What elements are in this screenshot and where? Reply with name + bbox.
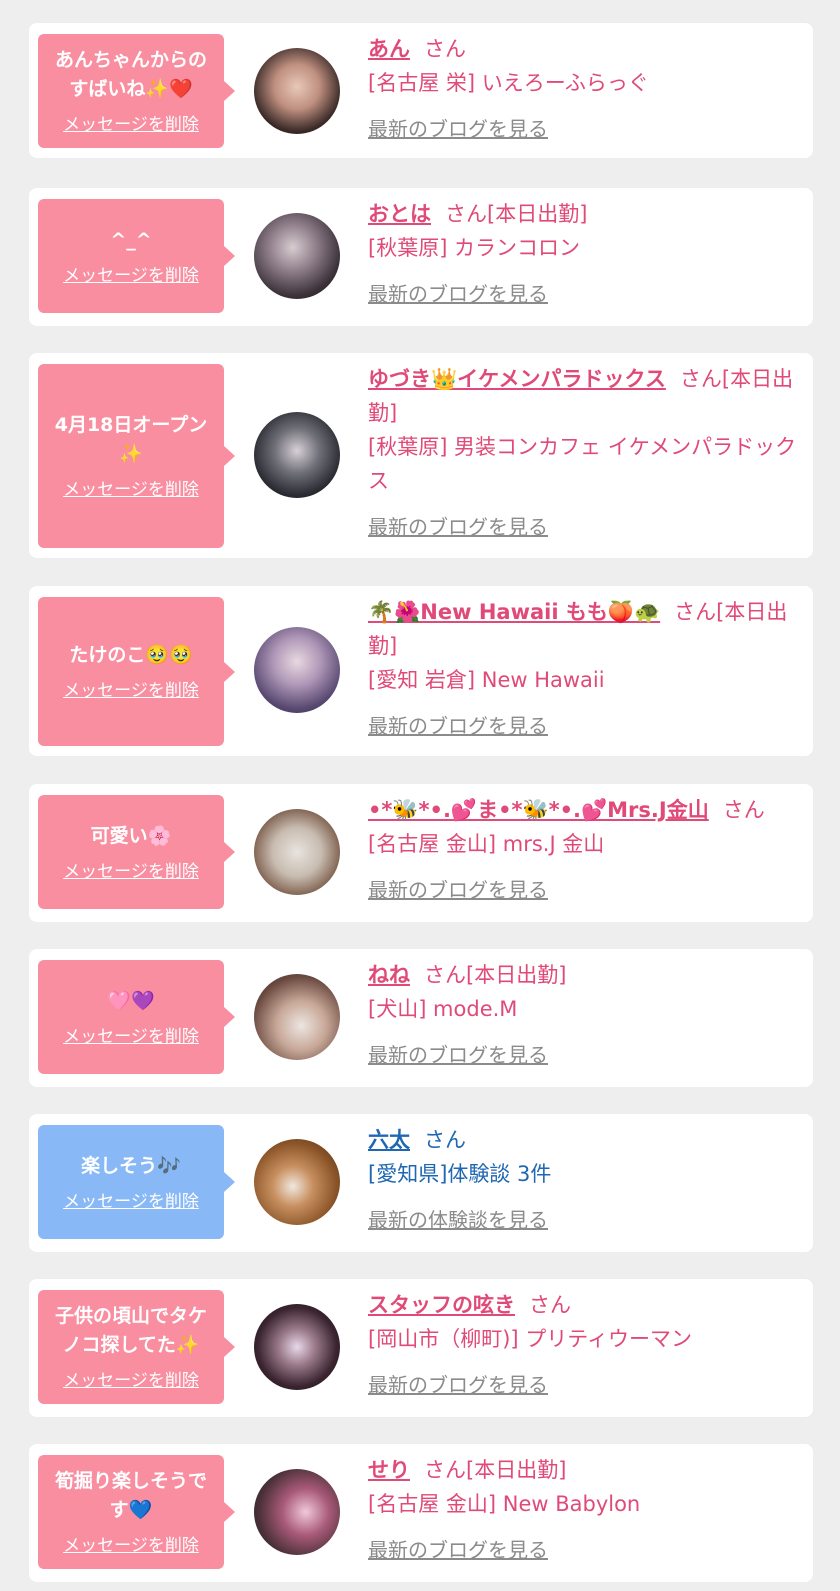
- message-text: 子供の頃山でタケノコ探してた✨: [54, 1305, 207, 1356]
- delete-message-link[interactable]: メッセージを削除: [63, 265, 199, 287]
- avatar[interactable]: [254, 974, 340, 1060]
- user-name-link[interactable]: おとは: [368, 202, 431, 226]
- user-info: ねね さん[本日出勤] [犬山] mode.M 最新のブログを見る: [368, 958, 798, 1072]
- delete-message-link[interactable]: メッセージを削除: [63, 680, 199, 702]
- user-info: 六太 さん [愛知県]体験談 3件 最新の体験談を見る: [368, 1123, 798, 1237]
- message-bubble: 4月18日オープン✨ メッセージを削除: [38, 364, 235, 548]
- user-info: •*🐝*•.💕ま•*🐝*•.💕Mrs.J金山 さん [名古屋 金山] mrs.J …: [368, 793, 798, 907]
- user-status: さん: [722, 798, 765, 822]
- avatar[interactable]: [254, 412, 340, 498]
- shop-info: [愛知 岩倉] New Hawaii: [368, 668, 605, 692]
- user-name-link[interactable]: あん: [368, 37, 410, 61]
- user-info: スタッフの呟き さん [岡山市（柳町)] プリティウーマン 最新のブログを見る: [368, 1288, 798, 1402]
- latest-blog-link[interactable]: 最新のブログを見る: [368, 873, 798, 907]
- shop-info: [名古屋 金山] New Babylon: [368, 1492, 641, 1516]
- user-name-link[interactable]: 🌴🌺New Hawaii もも🍑🐢: [368, 600, 660, 624]
- delete-message-link[interactable]: メッセージを削除: [63, 114, 199, 136]
- avatar[interactable]: [254, 1469, 340, 1555]
- latest-review-link[interactable]: 最新の体験談を見る: [368, 1203, 798, 1237]
- message-bubble: 可愛い🌸 メッセージを削除: [38, 795, 235, 909]
- message-card: あんちゃんからのすばいね✨❤️ メッセージを削除 あん さん [名古屋 栄] いえ…: [29, 23, 813, 158]
- message-text: たけのこ🥹🥹: [69, 644, 193, 666]
- latest-blog-link[interactable]: 最新のブログを見る: [368, 1038, 798, 1072]
- message-card: 4月18日オープン✨ メッセージを削除 ゆづき👑イケメンパラドックス さん[本日出…: [29, 353, 813, 558]
- shop-info: [岡山市（柳町)] プリティウーマン: [368, 1327, 692, 1351]
- latest-blog-link[interactable]: 最新のブログを見る: [368, 112, 798, 146]
- user-status: さん: [424, 1128, 466, 1152]
- message-text: 楽しそう🎶: [81, 1154, 181, 1177]
- message-card: 楽しそう🎶 メッセージを削除 六太 さん [愛知県]体験談 3件 最新の体験談を見…: [29, 1114, 813, 1252]
- message-text: 筍掘り楽しそうです💙: [54, 1470, 207, 1521]
- shop-info: [愛知県]体験談 3件: [368, 1162, 552, 1186]
- shop-info: [犬山] mode.M: [368, 997, 518, 1021]
- delete-message-link[interactable]: メッセージを削除: [63, 479, 199, 501]
- user-name-link[interactable]: 六太: [368, 1128, 410, 1152]
- message-card: 子供の頃山でタケノコ探してた✨ メッセージを削除 スタッフの呟き さん [岡山市（…: [29, 1279, 813, 1417]
- message-text: 🩷💜: [107, 989, 155, 1012]
- delete-message-link[interactable]: メッセージを削除: [63, 1026, 199, 1048]
- user-status: さん: [424, 37, 466, 61]
- user-status: さん[本日出勤]: [424, 963, 567, 987]
- latest-blog-link[interactable]: 最新のブログを見る: [368, 277, 798, 311]
- message-card: 🩷💜 メッセージを削除 ねね さん[本日出勤] [犬山] mode.M 最新のブロ…: [29, 949, 813, 1087]
- user-info: あん さん [名古屋 栄] いえろーふらっぐ 最新のブログを見る: [368, 32, 798, 146]
- user-info: 🌴🌺New Hawaii もも🍑🐢 さん[本日出勤] [愛知 岩倉] New Ha…: [368, 595, 798, 743]
- message-bubble: 子供の頃山でタケノコ探してた✨ メッセージを削除: [38, 1290, 235, 1404]
- latest-blog-link[interactable]: 最新のブログを見る: [368, 510, 798, 544]
- avatar[interactable]: [254, 1139, 340, 1225]
- shop-info: [秋葉原] カランコロン: [368, 236, 581, 260]
- message-card: 可愛い🌸 メッセージを削除 •*🐝*•.💕ま•*🐝*•.💕Mrs.J金山 さん […: [29, 784, 813, 922]
- shop-info: [秋葉原] 男装コンカフェ イケメンパラドックス: [368, 435, 797, 493]
- message-bubble: ^_^ メッセージを削除: [38, 199, 235, 313]
- avatar[interactable]: [254, 48, 340, 134]
- avatar[interactable]: [254, 1304, 340, 1390]
- delete-message-link[interactable]: メッセージを削除: [63, 861, 199, 883]
- user-name-link[interactable]: ゆづき👑イケメンパラドックス: [368, 367, 666, 391]
- message-bubble: あんちゃんからのすばいね✨❤️ メッセージを削除: [38, 34, 235, 148]
- message-text: 可愛い🌸: [90, 824, 172, 847]
- latest-blog-link[interactable]: 最新のブログを見る: [368, 1368, 798, 1402]
- shop-info: [名古屋 金山] mrs.J 金山: [368, 832, 605, 856]
- message-bubble: 筍掘り楽しそうです💙 メッセージを削除: [38, 1455, 235, 1569]
- user-name-link[interactable]: •*🐝*•.💕ま•*🐝*•.💕Mrs.J金山: [368, 798, 709, 822]
- message-bubble: たけのこ🥹🥹 メッセージを削除: [38, 597, 235, 746]
- latest-blog-link[interactable]: 最新のブログを見る: [368, 709, 798, 743]
- user-status: さん[本日出勤]: [424, 1458, 567, 1482]
- avatar[interactable]: [254, 809, 340, 895]
- avatar[interactable]: [254, 213, 340, 299]
- user-status: さん: [529, 1293, 571, 1317]
- user-name-link[interactable]: ねね: [368, 963, 410, 987]
- message-card: たけのこ🥹🥹 メッセージを削除 🌴🌺New Hawaii もも🍑🐢 さん[本日出勤…: [29, 586, 813, 756]
- latest-blog-link[interactable]: 最新のブログを見る: [368, 1533, 798, 1567]
- message-card: 筍掘り楽しそうです💙 メッセージを削除 せり さん[本日出勤] [名古屋 金山] …: [29, 1444, 813, 1582]
- user-status: さん[本日出勤]: [445, 202, 588, 226]
- user-info: おとは さん[本日出勤] [秋葉原] カランコロン 最新のブログを見る: [368, 197, 798, 311]
- message-card: ^_^ メッセージを削除 おとは さん[本日出勤] [秋葉原] カランコロン 最新…: [29, 188, 813, 326]
- user-info: せり さん[本日出勤] [名古屋 金山] New Babylon 最新のブログを見…: [368, 1453, 798, 1567]
- delete-message-link[interactable]: メッセージを削除: [63, 1191, 199, 1213]
- user-name-link[interactable]: スタッフの呟き: [368, 1293, 515, 1317]
- shop-info: [名古屋 栄] いえろーふらっぐ: [368, 71, 649, 95]
- delete-message-link[interactable]: メッセージを削除: [63, 1535, 199, 1557]
- message-text: あんちゃんからのすばいね✨❤️: [54, 49, 207, 100]
- message-bubble: 🩷💜 メッセージを削除: [38, 960, 235, 1074]
- message-list: あんちゃんからのすばいね✨❤️ メッセージを削除 あん さん [名古屋 栄] いえ…: [0, 0, 840, 1591]
- user-name-link[interactable]: せり: [368, 1458, 410, 1482]
- user-info: ゆづき👑イケメンパラドックス さん[本日出勤] [秋葉原] 男装コンカフェ イケメ…: [368, 362, 798, 544]
- delete-message-link[interactable]: メッセージを削除: [63, 1370, 199, 1392]
- avatar[interactable]: [254, 627, 340, 713]
- message-text: 4月18日オープン✨: [54, 414, 208, 465]
- message-bubble: 楽しそう🎶 メッセージを削除: [38, 1125, 235, 1239]
- message-text: ^_^: [110, 228, 152, 251]
